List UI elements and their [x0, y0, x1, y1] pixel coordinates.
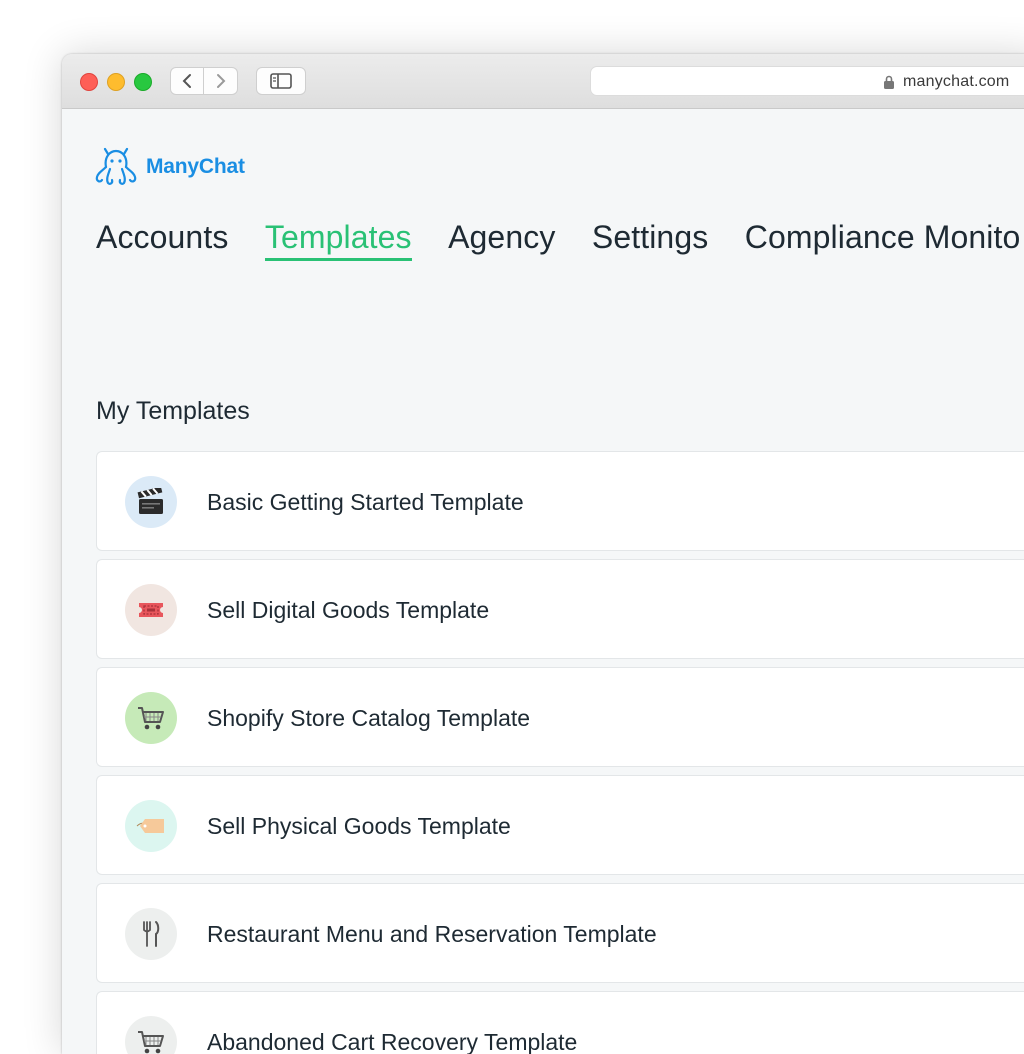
- tab-templates[interactable]: Templates: [264, 219, 412, 261]
- back-button[interactable]: [170, 67, 204, 95]
- section-title: My Templates: [96, 397, 250, 425]
- lock-icon: [884, 75, 894, 89]
- template-list: Basic Getting Started Template Sell Digi…: [96, 451, 1024, 1054]
- template-title: Basic Getting Started Template: [207, 489, 524, 515]
- sidebar-icon: [270, 73, 292, 89]
- tab-compliance-monitor[interactable]: Compliance Monito: [745, 219, 1021, 258]
- shopping-cart-icon: [138, 1031, 164, 1054]
- template-avatar: [125, 1016, 177, 1054]
- sidebar-toggle-button[interactable]: [256, 67, 306, 95]
- ticket-icon: [139, 603, 163, 617]
- chevron-right-icon: [216, 74, 225, 88]
- template-avatar: [125, 584, 177, 636]
- template-avatar: [125, 800, 177, 852]
- forward-button[interactable]: [204, 67, 238, 95]
- shopping-cart-icon: [138, 707, 164, 730]
- tab-accounts[interactable]: Accounts: [96, 219, 228, 258]
- template-card[interactable]: Basic Getting Started Template: [96, 451, 1024, 551]
- template-avatar: [125, 908, 177, 960]
- browser-window: manychat.com ManyChat Accounts Templates…: [62, 54, 1024, 1054]
- template-title: Restaurant Menu and Reservation Template: [207, 921, 657, 947]
- browser-titlebar: manychat.com: [62, 54, 1024, 109]
- template-card[interactable]: Sell Physical Goods Template: [96, 775, 1024, 875]
- minimize-window-button[interactable]: [107, 73, 125, 91]
- template-title: Shopify Store Catalog Template: [207, 705, 531, 731]
- chevron-left-icon: [182, 74, 191, 88]
- main-nav-tabs: Accounts Templates Agency Settings Compl…: [96, 219, 1024, 261]
- url-text: manychat.com: [903, 73, 1010, 90]
- template-card[interactable]: Shopify Store Catalog Template: [96, 667, 1024, 767]
- page-content: ManyChat Accounts Templates Agency Setti…: [62, 109, 1024, 1054]
- maximize-window-button[interactable]: [134, 73, 152, 91]
- template-avatar: [125, 476, 177, 528]
- manychat-logo[interactable]: ManyChat: [94, 147, 245, 187]
- template-card[interactable]: Sell Digital Goods Template: [96, 559, 1024, 659]
- price-tag-icon: [136, 819, 164, 833]
- tab-agency[interactable]: Agency: [448, 219, 555, 258]
- fork-knife-icon: [143, 921, 160, 947]
- brand-name: ManyChat: [146, 155, 245, 178]
- octopus-logo-icon: [95, 147, 137, 185]
- template-card[interactable]: Abandoned Cart Recovery Template: [96, 991, 1024, 1054]
- template-avatar: [125, 692, 177, 744]
- clapperboard-icon: [137, 488, 163, 514]
- address-bar[interactable]: manychat.com: [590, 66, 1024, 96]
- tab-settings[interactable]: Settings: [592, 219, 708, 258]
- template-title: Abandoned Cart Recovery Template: [207, 1029, 578, 1054]
- close-window-button[interactable]: [80, 73, 98, 91]
- template-title: Sell Physical Goods Template: [207, 813, 511, 839]
- template-card[interactable]: Restaurant Menu and Reservation Template: [96, 883, 1024, 983]
- template-title: Sell Digital Goods Template: [207, 597, 490, 623]
